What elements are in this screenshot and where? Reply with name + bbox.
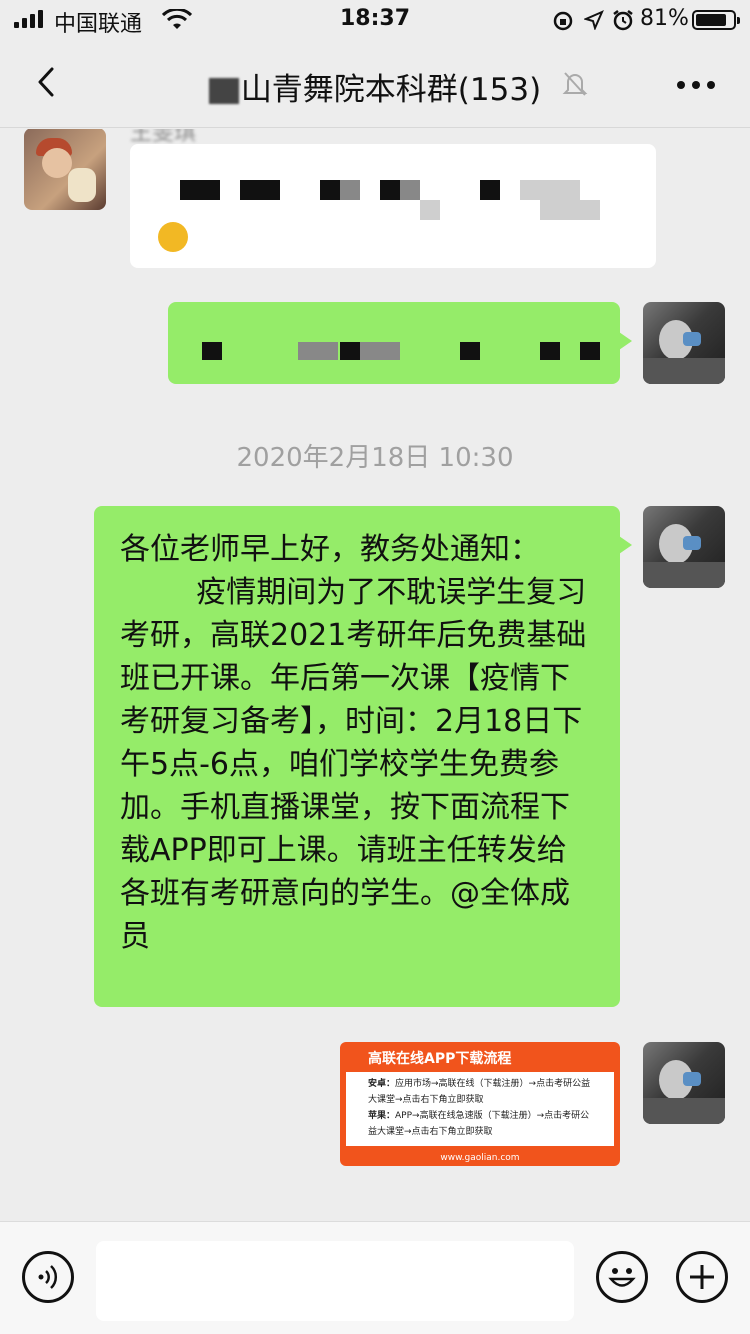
avatar[interactable] <box>24 129 106 210</box>
message-timestamp: 2020年2月18日 10:30 <box>236 443 514 473</box>
add-icon <box>690 1265 714 1289</box>
apple-text: APP→高联在线急速版（下载注册）→点击考研公益大课堂→点击右下角立即获取 <box>368 1111 590 1137</box>
apple-label: 苹果： <box>368 1111 396 1121</box>
emoji-icon <box>608 1268 636 1287</box>
more-icon[interactable] <box>676 80 716 90</box>
image-title: 高联在线APP下载流程 <box>368 1051 512 1067</box>
message-bubble-redacted[interactable] <box>130 144 656 268</box>
input-bar <box>0 1221 750 1334</box>
mute-icon <box>562 72 588 96</box>
message-bubble-notice[interactable]: 各位老师早上好，教务处通知： 疫情期间为了不耽误学生复习考研，高联2021考研年… <box>94 506 632 1007</box>
android-label: 安卓： <box>368 1079 396 1089</box>
android-text: 应用市场→高联在线（下载注册）→点击考研公益大课堂→点击右下角立即获取 <box>368 1079 591 1105</box>
voice-icon <box>38 1265 58 1289</box>
voice-button[interactable] <box>22 1251 74 1303</box>
redacted-prefix <box>208 78 239 104</box>
message-bubble-redacted[interactable] <box>168 302 632 384</box>
emoji-sticker-icon <box>158 222 188 252</box>
clock: 18:37 <box>339 6 411 31</box>
location-icon <box>584 10 604 30</box>
chat-title-text: 山青舞院本科群(153) <box>240 72 542 108</box>
notice-text: 各位老师早上好，教务处通知： 疫情期间为了不耽误学生复习考研，高联2021考研年… <box>120 532 587 954</box>
image-message[interactable]: 高联在线APP下载流程 安卓：应用市场→高联在线（下载注册）→点击考研公益大课堂… <box>340 1042 620 1166</box>
status-bar: 中国联通 18:37 81% <box>0 0 750 40</box>
battery-percent: 81% <box>640 6 689 31</box>
avatar[interactable] <box>643 1042 725 1124</box>
chat-title: 山青舞院本科群(153) <box>0 64 750 109</box>
battery-icon <box>692 10 740 30</box>
nav-bar: 山青舞院本科群(153) <box>0 40 750 128</box>
message-input[interactable] <box>96 1241 574 1321</box>
lock-rotation-icon <box>553 11 573 31</box>
emoji-button[interactable] <box>596 1251 648 1303</box>
avatar[interactable] <box>643 506 725 588</box>
alarm-icon <box>613 10 633 31</box>
add-button[interactable] <box>676 1251 728 1303</box>
image-body: 安卓：应用市场→高联在线（下载注册）→点击考研公益大课堂→点击右下角立即获取 苹… <box>346 1072 614 1146</box>
image-url: www.gaolian.com <box>440 1153 520 1163</box>
avatar[interactable] <box>643 302 725 384</box>
chat-area[interactable]: 王雯琪 2020年2月18日 10:30 各位老师早上好，教务处通知： 疫情期间… <box>0 129 750 1221</box>
